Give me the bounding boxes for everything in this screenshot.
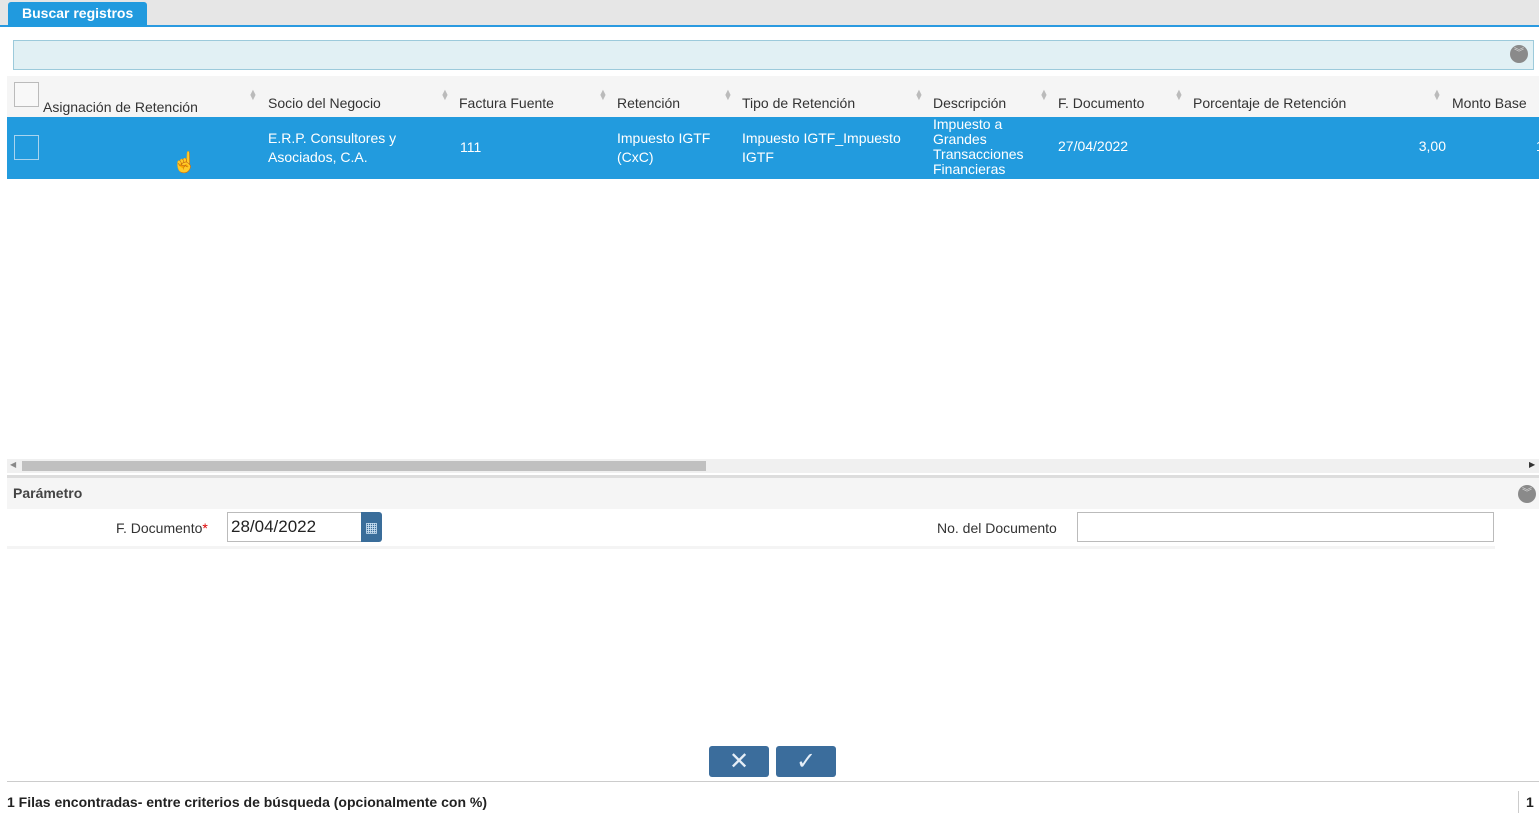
cancel-button[interactable]: ✕: [709, 746, 769, 777]
double-chevron-down-icon[interactable]: ︾: [1510, 45, 1528, 63]
sort-icon[interactable]: ▲ ▼: [1039, 88, 1049, 102]
fecha-documento-input[interactable]: [227, 512, 362, 542]
cell-retencion: Impuesto IGTF (CxC): [617, 130, 711, 165]
column-header-factura[interactable]: Factura Fuente: [459, 96, 554, 110]
cell-factura: 111: [460, 139, 482, 155]
select-all-checkbox[interactable]: [14, 82, 39, 107]
sort-icon[interactable]: ▲ ▼: [1432, 88, 1442, 102]
no-documento-label: No. del Documento: [937, 520, 1057, 536]
sort-icon[interactable]: ▲ ▼: [440, 88, 450, 102]
column-header-retencion[interactable]: Retención: [617, 96, 680, 110]
sort-icon[interactable]: ▲ ▼: [1174, 88, 1184, 102]
scrollbar-thumb[interactable]: [22, 461, 706, 471]
column-header-monto[interactable]: Monto Base: [1452, 96, 1527, 110]
tab-buscar-registros[interactable]: Buscar registros: [8, 2, 148, 27]
column-header-socio[interactable]: Socio del Negocio: [268, 96, 381, 110]
hand-cursor-icon: ☝: [172, 152, 197, 174]
parameter-title: Parámetro: [13, 485, 83, 501]
cell-fecha: 27/04/2022: [1058, 138, 1129, 154]
calendar-icon[interactable]: ▦: [361, 512, 382, 542]
column-header-tipo[interactable]: Tipo de Retención: [742, 96, 855, 110]
tab-bar: [0, 0, 1539, 27]
double-chevron-down-icon[interactable]: ︾: [1518, 485, 1536, 503]
column-header-fecha[interactable]: F. Documento: [1058, 96, 1144, 110]
sort-icon[interactable]: ▲ ▼: [914, 88, 924, 102]
row-checkbox[interactable]: [14, 135, 39, 160]
cell-socio: E.R.P. Consultores y Asociados, C.A.: [268, 130, 397, 165]
divider: [7, 546, 1495, 549]
scroll-right-icon[interactable]: ▶: [1529, 460, 1535, 469]
scroll-left-icon[interactable]: ◀: [10, 460, 16, 469]
sort-icon[interactable]: ▲ ▼: [723, 88, 733, 102]
cell-porcentaje: 3,00: [1418, 138, 1446, 154]
column-header-descripcion[interactable]: Descripción: [933, 96, 1006, 110]
sort-icon[interactable]: ▲ ▼: [248, 88, 258, 102]
page-number: 1: [1526, 794, 1534, 810]
column-header-asignacion[interactable]: Asignación de Retención: [43, 100, 198, 114]
cell-tipo: Impuesto IGTF_Impuesto IGTF: [742, 130, 901, 165]
filter-panel[interactable]: [13, 40, 1534, 70]
ok-button[interactable]: ✓: [776, 746, 836, 777]
no-documento-input[interactable]: [1077, 512, 1494, 542]
status-text: 1 Filas encontradas- entre criterios de …: [7, 794, 487, 810]
cell-descripcion: Impuesto a Grandes Transacciones Financi…: [933, 117, 1024, 177]
sort-icon[interactable]: ▲ ▼: [598, 88, 608, 102]
fecha-label: F. Documento*: [116, 520, 208, 536]
column-header-porcentaje[interactable]: Porcentaje de Retención: [1193, 96, 1346, 110]
parameter-panel-header[interactable]: [7, 475, 1539, 509]
